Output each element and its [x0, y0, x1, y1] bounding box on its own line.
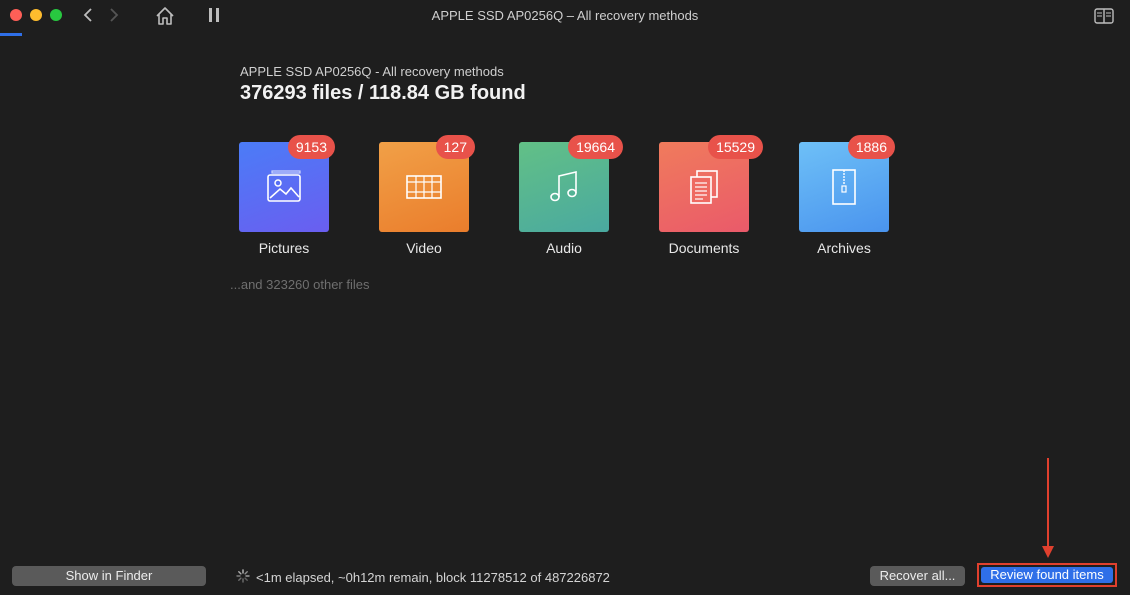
archives-count-badge: 1886 — [847, 135, 895, 159]
recover-all-button[interactable]: Recover all... — [870, 566, 965, 586]
category-audio[interactable]: 19664 Audio — [519, 135, 623, 256]
sidebar-toggle-icon[interactable] — [1094, 8, 1114, 24]
category-archives[interactable]: 1886 Archives — [799, 135, 895, 256]
review-found-items-button[interactable]: Review found items — [981, 567, 1113, 583]
scan-progress-bar — [0, 33, 22, 36]
pictures-count-badge: 9153 — [287, 135, 335, 159]
audio-label: Audio — [546, 240, 582, 256]
audio-count-badge: 19664 — [568, 135, 623, 159]
music-note-icon — [550, 170, 577, 202]
files-found-summary: 376293 files / 118.84 GB found — [240, 82, 526, 104]
documents-icon — [690, 170, 718, 204]
audio-tile[interactable]: 19664 — [519, 135, 623, 232]
category-documents[interactable]: 15529 Documents — [659, 135, 763, 256]
other-files-label: ...and 323260 other files — [230, 277, 370, 292]
archives-tile[interactable]: 1886 — [799, 135, 895, 232]
category-pictures[interactable]: 9153 Pictures — [239, 135, 335, 256]
film-icon — [406, 175, 442, 199]
scan-source-label: APPLE SSD AP0256Q - All recovery methods — [240, 64, 504, 79]
documents-count-badge: 15529 — [708, 135, 763, 159]
window-title: APPLE SSD AP0256Q – All recovery methods — [431, 8, 699, 23]
title-bar: APPLE SSD AP0256Q – All recovery methods — [0, 0, 1130, 32]
pictures-label: Pictures — [258, 240, 310, 256]
category-video[interactable]: 127 Video — [379, 135, 475, 256]
pictures-tile[interactable]: 9153 — [239, 135, 335, 232]
documents-tile[interactable]: 15529 — [659, 135, 763, 232]
annotation-arrow-icon — [1042, 458, 1054, 558]
show-in-finder-button[interactable]: Show in Finder — [12, 566, 206, 586]
archives-label: Archives — [817, 240, 871, 256]
scan-status-text: <1m elapsed, ~0h12m remain, block 112785… — [256, 570, 610, 585]
video-count-badge: 127 — [435, 135, 475, 159]
spinner-icon — [236, 569, 250, 583]
video-label: Video — [406, 240, 442, 256]
review-found-items-highlight: Review found items — [977, 563, 1117, 587]
video-tile[interactable]: 127 — [379, 135, 475, 232]
image-icon — [267, 170, 301, 202]
zip-archive-icon — [832, 169, 856, 205]
documents-label: Documents — [668, 240, 740, 256]
